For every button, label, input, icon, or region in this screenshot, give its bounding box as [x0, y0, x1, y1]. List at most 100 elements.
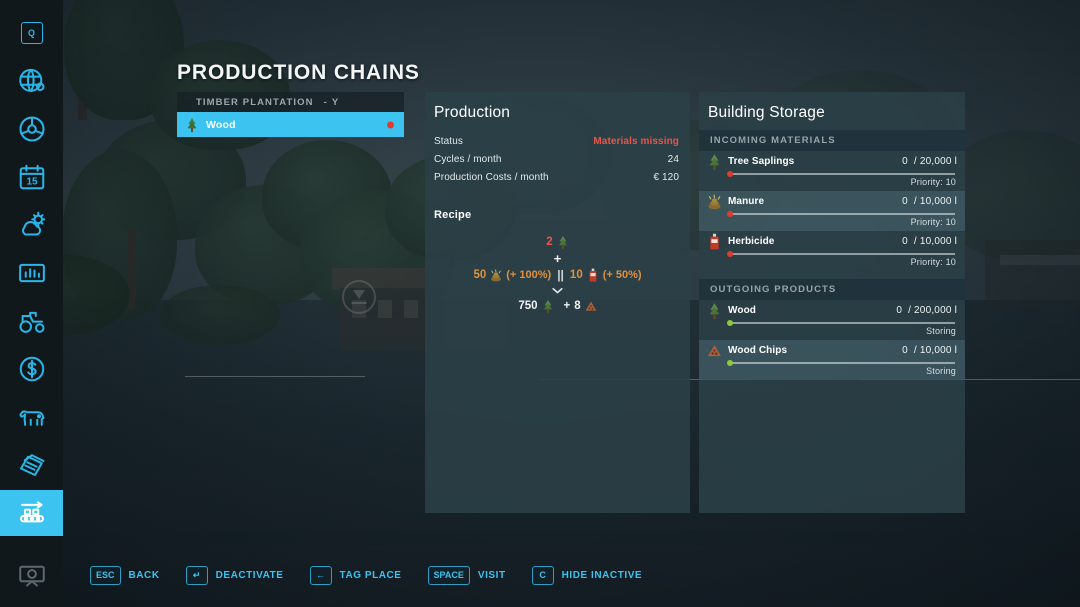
key-q-icon: Q: [20, 22, 43, 44]
chain-group-suffix: Y: [331, 96, 340, 108]
recipe-alternative-inputs: 50 (+ 100%) || 10 (+ 50%): [473, 268, 641, 282]
storage-item-amount: 0 / 20,000 l: [902, 156, 957, 167]
key-c-icon: C: [531, 565, 554, 585]
row-value: 24: [667, 154, 679, 165]
storage-item-wood[interactable]: Wood 0 / 200,000 l Storing: [699, 300, 965, 340]
chain-list-item-wood[interactable]: Wood: [177, 112, 404, 137]
alt-amount-1: 50: [473, 269, 487, 281]
status-badge: [387, 121, 394, 128]
hotkey-label: VISIT: [477, 569, 506, 581]
output-amount-1: 750: [518, 300, 538, 312]
wood-icon: [542, 299, 554, 313]
wood-chips-icon: [707, 342, 722, 359]
tree-sapling-icon: [557, 235, 569, 249]
storage-item-priority: Priority: 10: [910, 217, 956, 227]
fill-indicator-dot: [727, 211, 733, 217]
hotkey-tag-place[interactable]: ← TAG PLACE: [309, 565, 402, 585]
page-title: PRODUCTION CHAINS: [177, 61, 420, 84]
key-enter-icon: ↵: [185, 565, 208, 585]
hotkey-label: HIDE INACTIVE: [561, 569, 643, 581]
production-panel: Production Status Materials missing Cycl…: [425, 92, 690, 513]
storage-item-priority: Priority: 10: [910, 177, 956, 187]
storage-item-amount: 0 / 10,000 l: [902, 196, 957, 207]
production-panel-title: Production: [434, 104, 511, 121]
herbicide-icon: [587, 268, 599, 282]
alt-amount-2: 10: [569, 269, 583, 281]
globe-icon: [18, 68, 44, 92]
svg-text:15: 15: [26, 177, 38, 188]
dollar-coin-icon: [19, 356, 44, 382]
sidebar-item-animals[interactable]: [0, 394, 63, 440]
sidebar: Q 15: [0, 0, 63, 607]
storage-section-header-incoming: INCOMING MATERIALS: [699, 130, 965, 151]
row-value: Materials missing: [593, 136, 679, 147]
output-amount-2: 8: [574, 300, 581, 312]
tree-icon: [186, 117, 198, 132]
sidebar-item-vehicles[interactable]: [0, 298, 63, 344]
sidebar-item-map[interactable]: [0, 58, 63, 104]
hotkey-label: DEACTIVATE: [215, 569, 284, 581]
storage-fill-bar: [727, 171, 955, 177]
recipe-block: 2 + 50 (+ 100%) || 10 (+ 50%) 750 + 8: [425, 235, 690, 313]
hotkey-back[interactable]: ESC BACK: [90, 565, 160, 585]
production-row-costs: Production Costs / month € 120: [434, 172, 679, 183]
row-key: Cycles / month: [434, 154, 502, 165]
cow-icon: [19, 410, 44, 426]
alt-bonus-1: (+ 100%): [506, 269, 552, 281]
storage-fill-bar: [727, 251, 955, 257]
hotkey-deactivate[interactable]: ↵ DEACTIVATE: [185, 565, 284, 585]
steering-wheel-icon: [19, 116, 44, 142]
hotkey-visit[interactable]: SPACE VISIT: [427, 565, 506, 585]
storage-item-top: Herbicide 0 / 10,000 l: [699, 231, 965, 252]
manure-icon: [707, 193, 722, 210]
sidebar-item-finances[interactable]: [0, 346, 63, 392]
key-esc-icon: ESC: [90, 565, 121, 585]
storage-item-herbicide[interactable]: Herbicide 0 / 10,000 l Priority: 10: [699, 231, 965, 271]
recipe-input-primary: 2: [546, 235, 568, 249]
storage-item-amount: 0 / 10,000 l: [902, 236, 957, 247]
hotkey-label: BACK: [128, 569, 160, 581]
hotkey-hide-inactive[interactable]: C HIDE INACTIVE: [531, 565, 643, 585]
storage-item-top: Manure 0 / 10,000 l: [699, 191, 965, 212]
storage-item-name: Tree Saplings: [728, 156, 795, 167]
sidebar-item-radio[interactable]: [0, 552, 63, 598]
bar-chart-icon: [18, 263, 45, 283]
chain-list-item-label: Wood: [206, 118, 236, 131]
recipe-alt-separator: ||: [557, 268, 564, 282]
sidebar-item-production-chains[interactable]: [0, 490, 63, 536]
radio-icon: [18, 565, 45, 587]
chain-group-name: TIMBER PLANTATION: [196, 96, 314, 108]
manure-icon: [490, 268, 502, 282]
hotkey-bar: ESC BACK ↵ DEACTIVATE ← TAG PLACE SPACE …: [90, 565, 642, 585]
storage-item-wood-chips[interactable]: Wood Chips 0 / 10,000 l Storing: [699, 340, 965, 380]
sidebar-item-calendar[interactable]: 15: [0, 154, 63, 200]
storage-item-amount: 0 / 200,000 l: [896, 305, 957, 316]
weather-cloud-sun-icon: [21, 211, 45, 236]
production-row-cycles: Cycles / month 24: [434, 154, 679, 165]
storage-item-state: Storing: [926, 326, 956, 336]
production-info-rows: Status Materials missing Cycles / month …: [425, 122, 690, 183]
tree-sapling-icon: [707, 153, 722, 170]
storage-item-manure[interactable]: Manure 0 / 10,000 l Priority: 10: [699, 191, 965, 231]
storage-item-top: Tree Saplings 0 / 20,000 l: [699, 151, 965, 172]
chain-group-header: TIMBER PLANTATION - Y: [177, 92, 404, 112]
sidebar-item-statistics[interactable]: [0, 250, 63, 296]
storage-item-amount: 0 / 10,000 l: [902, 345, 957, 356]
ground-line: [185, 376, 365, 377]
fill-indicator-dot: [727, 320, 733, 326]
storage-item-top: Wood 0 / 200,000 l: [699, 300, 965, 321]
sidebar-item-help-key[interactable]: Q: [0, 10, 63, 56]
fill-indicator-dot: [727, 251, 733, 257]
output-prefix-2: +: [563, 300, 571, 312]
recipe-outputs: 750 + 8: [518, 299, 597, 313]
storage-item-name: Wood Chips: [728, 345, 788, 356]
sidebar-item-vehicle[interactable]: [0, 106, 63, 152]
sidebar-item-weather[interactable]: [0, 202, 63, 248]
recipe-input-amount: 2: [546, 236, 553, 248]
conveyor-belt-icon: [19, 501, 44, 523]
sidebar-item-contracts[interactable]: [0, 442, 63, 488]
storage-panel-title: Building Storage: [708, 104, 825, 121]
production-chain-list: TIMBER PLANTATION - Y Wood: [177, 92, 404, 137]
storage-item-tree-saplings[interactable]: Tree Saplings 0 / 20,000 l Priority: 10: [699, 151, 965, 191]
storage-fill-bar: [727, 211, 955, 217]
